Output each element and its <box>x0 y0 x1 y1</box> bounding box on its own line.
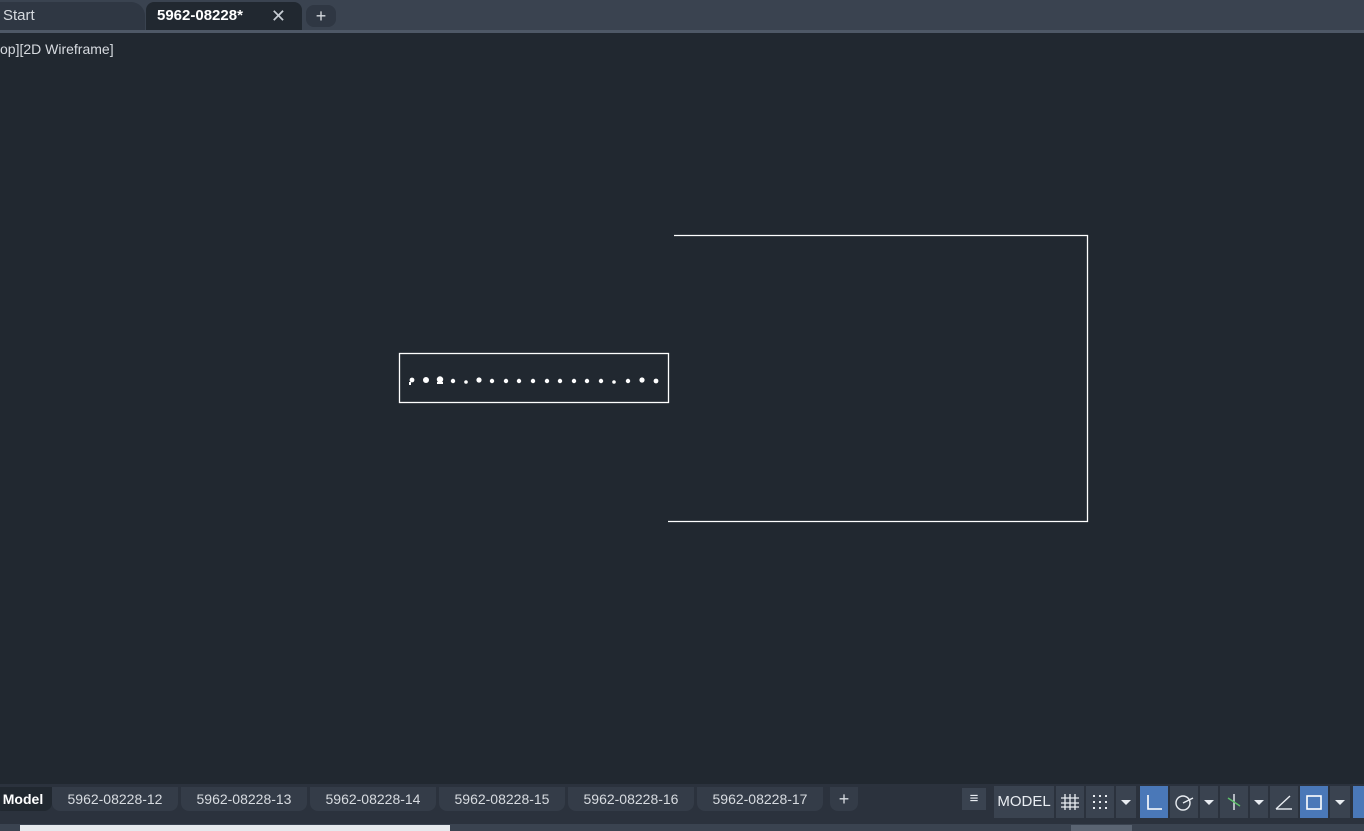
dropdown-icon <box>1204 800 1214 805</box>
tab-model[interactable]: Model <box>0 787 52 811</box>
plus-icon: + <box>838 789 850 809</box>
polar-tracking-button[interactable] <box>1170 786 1198 818</box>
tab-active-drawing[interactable]: 5962-08228* ✕ <box>146 2 302 30</box>
snap-icon <box>1093 795 1107 809</box>
dropdown-icon <box>1254 800 1264 805</box>
grid-icon <box>1061 794 1079 810</box>
isodraft-icon <box>1275 795 1292 810</box>
customize-menu-button[interactable]: ≡ <box>962 788 986 810</box>
tab-layout-15[interactable]: 5962-08228-15 <box>439 787 565 811</box>
ortho-icon <box>1147 795 1162 810</box>
dropdown-icon <box>1335 800 1345 805</box>
osnap-icon <box>1227 794 1241 810</box>
object-snap-tracking-button[interactable] <box>1220 786 1248 818</box>
dynucs-icon <box>1306 795 1322 810</box>
text-glyphs <box>409 376 659 385</box>
tab-layout-label: 5962-08228-15 <box>454 791 550 807</box>
tab-layout-13[interactable]: 5962-08228-13 <box>181 787 307 811</box>
new-tab-button[interactable]: + <box>306 5 336 27</box>
model-space-label: MODEL <box>997 793 1051 810</box>
tab-start-label: Start <box>3 7 35 24</box>
tab-layout-16[interactable]: 5962-08228-16 <box>568 787 694 811</box>
dynamic-ucs-button[interactable] <box>1300 786 1328 818</box>
tab-model-label: Model <box>2 791 44 807</box>
tab-layout-label: 5962-08228-14 <box>325 791 421 807</box>
osnap-dropdown[interactable] <box>1250 786 1268 818</box>
tab-layout-12[interactable]: 5962-08228-12 <box>52 787 178 811</box>
ortho-button[interactable] <box>1140 786 1168 818</box>
tab-layout-label: 5962-08228-16 <box>583 791 679 807</box>
tab-layout-17[interactable]: 5962-08228-17 <box>697 787 823 811</box>
polar-dropdown[interactable] <box>1200 786 1218 818</box>
tab-active-label: 5962-08228* <box>157 7 243 24</box>
grid-button[interactable] <box>1056 786 1084 818</box>
close-icon[interactable]: ✕ <box>271 2 286 30</box>
scrollbar-thumb-secondary[interactable] <box>1071 825 1132 831</box>
tab-layout-14[interactable]: 5962-08228-14 <box>310 787 436 811</box>
dynucs-dropdown[interactable] <box>1330 786 1350 818</box>
tab-layout-label: 5962-08228-12 <box>67 791 163 807</box>
drawing-canvas[interactable] <box>0 33 1364 784</box>
drawing-geometry <box>398 234 1089 523</box>
snap-dropdown[interactable] <box>1116 786 1136 818</box>
add-layout-button[interactable]: + <box>830 787 858 811</box>
scrollbar-thumb[interactable] <box>20 825 450 831</box>
plus-icon: + <box>315 6 327 26</box>
snap-button[interactable] <box>1086 786 1114 818</box>
tab-layout-label: 5962-08228-13 <box>196 791 292 807</box>
dropdown-icon <box>1121 800 1131 805</box>
menu-icon: ≡ <box>969 790 979 807</box>
annotation-button-partial[interactable] <box>1353 786 1364 818</box>
tab-layout-label: 5962-08228-17 <box>712 791 808 807</box>
tab-start[interactable]: Start <box>0 2 145 30</box>
isodraft-button[interactable] <box>1270 786 1298 818</box>
outline-polyline <box>668 234 1089 523</box>
polar-icon <box>1175 795 1194 811</box>
file-tab-bar: Start 5962-08228* ✕ + <box>0 0 1364 33</box>
model-space-button[interactable]: MODEL <box>994 786 1054 818</box>
